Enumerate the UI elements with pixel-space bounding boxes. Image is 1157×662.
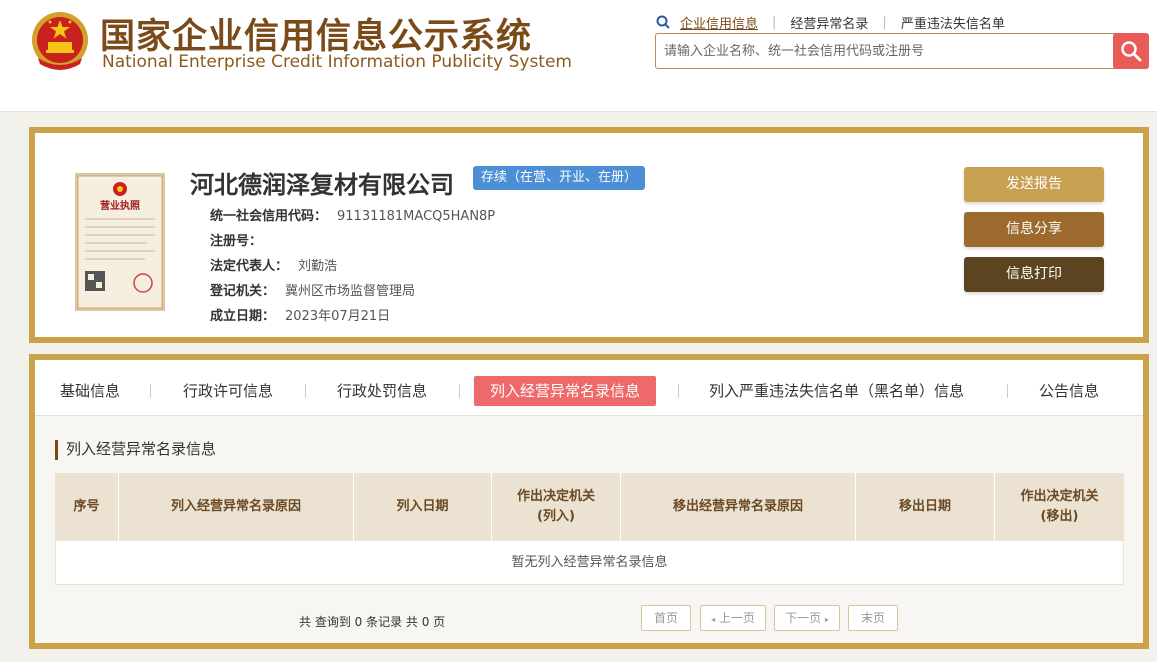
col-remove-reason: 移出经营异常名录原因 <box>621 473 856 541</box>
pager-prev-button[interactable]: ◂ 上一页 <box>700 605 766 631</box>
empty-message: 暂无列入经营异常名录信息 <box>55 541 1124 585</box>
nav-link-abnormal-list[interactable]: 经营异常名录 <box>790 13 868 32</box>
share-info-button[interactable]: 信息分享 <box>964 212 1104 247</box>
col-remove-authority: 作出决定机关 (移出) <box>1020 489 1099 524</box>
tab-separator <box>678 384 679 398</box>
chevron-left-icon: ◂ <box>711 615 716 624</box>
tab-announcements[interactable]: 公告信息 <box>1039 376 1099 406</box>
info-reg-authority: 登记机关： 冀州区市场监督管理局 <box>210 280 415 299</box>
info-value: 91131181MACQ5HAN8P <box>337 209 496 224</box>
site-title-en: National Enterprise Credit Information P… <box>102 52 572 72</box>
business-license-image: 营业执照 <box>75 173 165 311</box>
magnifier-icon <box>1121 41 1142 62</box>
info-value: 2023年07月21日 <box>285 309 391 324</box>
info-legal-rep: 法定代表人： 刘勤浩 <box>210 255 337 274</box>
top-nav: 企业信用信息 | 经营异常名录 | 严重违法失信名单 <box>656 12 1005 32</box>
status-badge: 存续（在营、开业、在册） <box>473 166 646 190</box>
tab-separator <box>459 384 460 398</box>
pager-info: 共 查询到 0 条记录 共 0 页 <box>299 615 446 629</box>
send-report-button[interactable]: 发送报告 <box>964 167 1104 202</box>
tab-blacklist[interactable]: 列入严重违法失信名单（黑名单）信息 <box>709 376 964 406</box>
col-remove-date: 移出日期 <box>856 473 995 541</box>
pager-last-button[interactable]: 末页 <box>848 605 898 631</box>
search-box <box>655 33 1115 69</box>
info-value: 刘勤浩 <box>298 259 338 274</box>
col-list-authority: 作出决定机关 (列入) <box>492 473 621 541</box>
tab-admin-license[interactable]: 行政许可信息 <box>183 376 273 406</box>
company-panel: 营业执照 河北德润泽复材有限公司 存续（在营、开业、在册） 统一社会信用代码： 9… <box>29 127 1149 343</box>
nav-separator: | <box>882 14 887 30</box>
nav-link-enterprise-credit[interactable]: 企业信用信息 <box>680 13 758 32</box>
col-list-date: 列入日期 <box>354 473 492 541</box>
pager-first-button[interactable]: 首页 <box>641 605 691 631</box>
tab-bar: 基础信息 行政许可信息 行政处罚信息 列入经营异常名录信息 列入严重违法失信名单… <box>35 360 1143 416</box>
info-label: 注册号： <box>210 234 263 249</box>
site-header: 国家企业信用信息公示系统 National Enterprise Credit … <box>0 0 1157 112</box>
pager-next-label: 下一页 <box>785 611 822 625</box>
info-value: 冀州区市场监督管理局 <box>285 284 416 299</box>
tab-basic-info[interactable]: 基础信息 <box>60 376 120 406</box>
section-title: 列入经营异常名录信息 <box>55 440 216 460</box>
info-label: 登记机关： <box>210 284 276 299</box>
nav-separator: | <box>772 14 777 30</box>
info-label: 法定代表人： <box>210 259 289 274</box>
info-reg-number: 注册号： <box>210 230 272 249</box>
company-name: 河北德润泽复材有限公司 <box>190 171 454 199</box>
print-info-button[interactable]: 信息打印 <box>964 257 1104 292</box>
tab-admin-penalty[interactable]: 行政处罚信息 <box>337 376 427 406</box>
search-button[interactable] <box>1113 33 1149 69</box>
info-label: 成立日期： <box>210 309 276 324</box>
pager-next-button[interactable]: 下一页 ▸ <box>774 605 840 631</box>
info-label: 统一社会信用代码： <box>210 209 328 224</box>
search-icon <box>656 15 670 29</box>
license-title: 营业执照 <box>100 199 140 212</box>
info-established-date: 成立日期： 2023年07月21日 <box>210 305 390 324</box>
nav-link-blacklist[interactable]: 严重违法失信名单 <box>901 13 1005 32</box>
info-credit-code: 统一社会信用代码： 91131181MACQ5HAN8P <box>210 205 495 224</box>
col-list-reason: 列入经营异常名录原因 <box>119 473 354 541</box>
content-panel: 基础信息 行政许可信息 行政处罚信息 列入经营异常名录信息 列入严重违法失信名单… <box>29 354 1149 649</box>
tab-separator <box>305 384 306 398</box>
abnormal-list-table: 序号 列入经营异常名录原因 列入日期 作出决定机关 (列入) 移出经营异常名录原… <box>55 473 1124 585</box>
pager-prev-label: 上一页 <box>718 611 755 625</box>
tab-separator <box>1007 384 1008 398</box>
tab-abnormal-list[interactable]: 列入经营异常名录信息 <box>474 376 657 406</box>
col-index: 序号 <box>55 473 119 541</box>
tab-separator <box>150 384 151 398</box>
search-input[interactable] <box>656 34 1114 68</box>
national-emblem-icon <box>32 12 88 70</box>
table-header: 序号 列入经营异常名录原因 列入日期 作出决定机关 (列入) 移出经营异常名录原… <box>55 473 1124 541</box>
chevron-right-icon: ▸ <box>824 615 829 624</box>
